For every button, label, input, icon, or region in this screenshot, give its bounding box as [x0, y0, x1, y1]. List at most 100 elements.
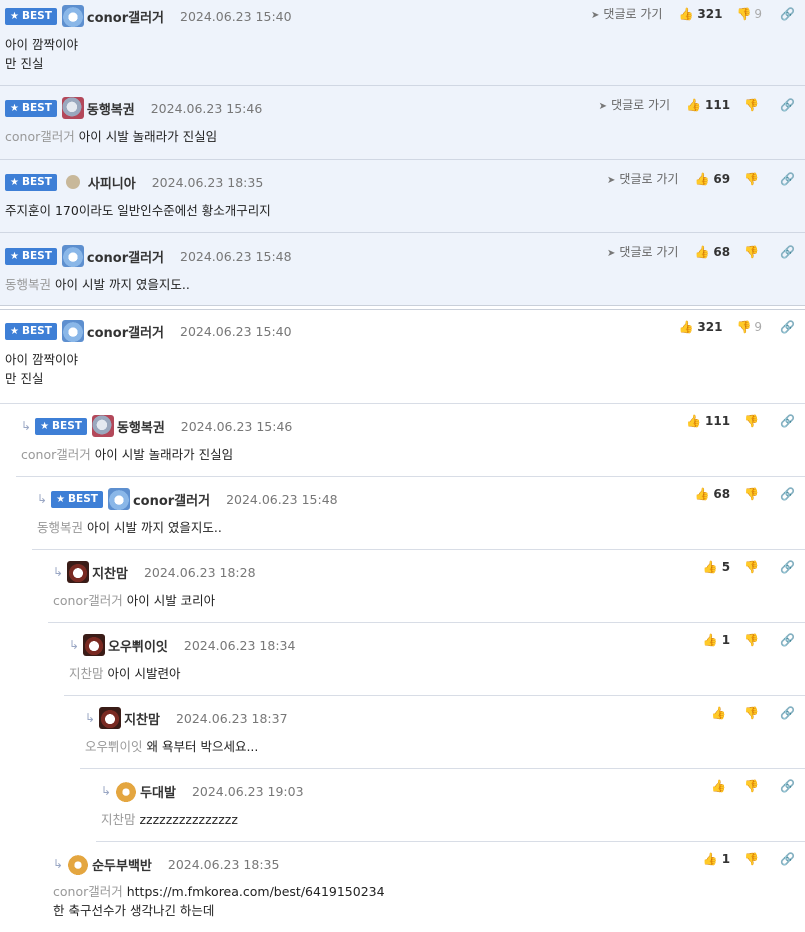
- thumb-up-icon: 👍: [702, 560, 718, 574]
- author-name[interactable]: conor갤러거: [87, 247, 164, 266]
- upvote-button[interactable]: 👍 111: [686, 414, 730, 428]
- upvote-button[interactable]: 👍 1: [703, 852, 730, 866]
- author-name[interactable]: 동행복권: [117, 417, 165, 436]
- reply-comment: ↳ 순두부백반 2024.06.23 18:35 conor갤러거 https:…: [48, 842, 805, 932]
- avatar[interactable]: [61, 245, 84, 267]
- best-comment: ★ BEST conor갤러거 2024.06.23 15:48 동행복권 아이 …: [0, 233, 805, 305]
- link-icon[interactable]: 🔗: [780, 779, 795, 793]
- author-name[interactable]: 지찬맘: [124, 709, 160, 728]
- downvote-button[interactable]: 👎: [744, 560, 762, 574]
- thumb-down-icon: 👎: [744, 633, 760, 647]
- link-icon[interactable]: 🔗: [780, 172, 795, 186]
- downvote-button[interactable]: 👎: [744, 487, 762, 501]
- link-icon[interactable]: 🔗: [780, 414, 795, 428]
- upvote-button[interactable]: 👍 321: [678, 320, 722, 334]
- best-badge: ★ BEST: [51, 490, 103, 508]
- link-icon[interactable]: 🔗: [780, 98, 795, 112]
- mention[interactable]: 지찬맘: [69, 666, 104, 681]
- author-name[interactable]: 사피니아: [88, 173, 136, 192]
- author-name[interactable]: 오우쀠이잇: [108, 636, 168, 655]
- upvote-button[interactable]: 👍 68: [694, 487, 730, 501]
- thumb-down-icon: 👎: [744, 487, 760, 501]
- avatar[interactable]: [67, 853, 90, 875]
- upvote-button[interactable]: 👍 1: [703, 633, 730, 647]
- author-name[interactable]: conor갤러거: [87, 322, 164, 341]
- link-icon[interactable]: 🔗: [780, 7, 795, 21]
- avatar[interactable]: [67, 561, 90, 583]
- downvote-button[interactable]: 👎: [744, 414, 762, 428]
- reply-arrow-icon: ↳: [85, 711, 96, 725]
- avatar[interactable]: [61, 5, 84, 27]
- link-icon[interactable]: 🔗: [780, 560, 795, 574]
- comment-body: conor갤러거 https://m.fmkorea.com/best/6419…: [53, 884, 385, 918]
- goto-comment-link[interactable]: ➤ 댓글로 가기: [607, 170, 678, 187]
- downvote-button[interactable]: 👎: [744, 779, 762, 793]
- upvote-button[interactable]: 👍 111: [686, 98, 730, 112]
- comment-date: 2024.06.23 15:46: [150, 100, 263, 116]
- link-icon[interactable]: 🔗: [780, 633, 795, 647]
- avatar[interactable]: [61, 97, 84, 119]
- arrow-icon: ➤: [607, 248, 616, 259]
- goto-comment-link[interactable]: ➤ 댓글로 가기: [599, 96, 670, 113]
- avatar[interactable]: [65, 175, 80, 189]
- avatar[interactable]: [61, 320, 84, 342]
- avatar[interactable]: [99, 707, 122, 729]
- author-name[interactable]: conor갤러거: [87, 7, 164, 26]
- downvote-button[interactable]: 👎: [744, 245, 762, 259]
- mention[interactable]: 동행복권: [37, 520, 83, 535]
- author-name[interactable]: 동행복권: [87, 99, 135, 118]
- mention[interactable]: conor갤러거: [21, 447, 91, 462]
- downvote-button[interactable]: 👎 9: [736, 7, 762, 21]
- upvote-button[interactable]: 👍 5: [703, 560, 730, 574]
- mention[interactable]: 지찬맘: [101, 812, 136, 827]
- mention[interactable]: 오우쀠이잇: [85, 739, 143, 754]
- mention[interactable]: conor갤러거: [53, 884, 123, 899]
- link-icon[interactable]: 🔗: [780, 706, 795, 720]
- post-link[interactable]: https://m.fmkorea.com/best/6419150234: [127, 884, 385, 899]
- downvote-button[interactable]: 👎: [744, 852, 762, 866]
- author-name[interactable]: conor갤러거: [133, 490, 210, 509]
- upvote-button[interactable]: 👍: [711, 706, 730, 720]
- arrow-icon: ➤: [598, 101, 608, 112]
- best-comment: ★ BEST 사피니아 2024.06.23 18:35 주지훈이 170이라도 …: [0, 160, 805, 233]
- author-name[interactable]: 지찬맘: [92, 563, 128, 582]
- thumb-up-icon: 👍: [702, 852, 718, 866]
- upvote-button[interactable]: 👍 69: [694, 172, 730, 186]
- comment-date: 2024.06.23 18:37: [175, 710, 288, 726]
- link-icon[interactable]: 🔗: [780, 245, 795, 259]
- star-icon: ★: [10, 10, 19, 22]
- goto-comment-link[interactable]: ➤ 댓글로 가기: [591, 5, 662, 22]
- downvote-button[interactable]: 👎: [744, 706, 762, 720]
- comment-date: 2024.06.23 18:28: [143, 564, 256, 580]
- author-name[interactable]: 두대발: [140, 782, 176, 801]
- avatar[interactable]: [115, 780, 138, 802]
- reply-comment: ↳ 두대발 2024.06.23 19:03 지찬맘 zzzzzzzzzzzzz…: [96, 769, 805, 842]
- link-icon[interactable]: 🔗: [780, 487, 795, 501]
- downvote-button[interactable]: 👎 9: [736, 320, 762, 334]
- upvote-button[interactable]: 👍: [711, 779, 730, 793]
- best-comment: ★ BEST 동행복권 2024.06.23 15:46 conor갤러거 아이 …: [0, 86, 805, 160]
- mention[interactable]: conor갤러거: [5, 129, 75, 144]
- mention[interactable]: conor갤러거: [53, 593, 123, 608]
- comment-body: 동행복권 아이 시발 까지 였을지도..: [5, 277, 190, 292]
- thumb-up-icon: 👍: [678, 6, 694, 21]
- thumb-down-icon: 👎: [744, 244, 760, 259]
- thumb-up-icon: 👍: [711, 779, 727, 793]
- author-name[interactable]: 순두부백반: [92, 855, 152, 874]
- comment-body: 아이 깜짝이야 만 진실: [5, 37, 78, 71]
- link-icon[interactable]: 🔗: [780, 320, 795, 334]
- downvote-button[interactable]: 👎: [744, 172, 762, 186]
- link-icon[interactable]: 🔗: [780, 852, 795, 866]
- mention[interactable]: 동행복권: [5, 277, 51, 292]
- reply-arrow-icon: ↳: [37, 492, 48, 506]
- reply-comment: ↳ 지찬맘 2024.06.23 18:28 conor갤러거 아이 시발 코리…: [48, 550, 805, 623]
- avatar[interactable]: [83, 634, 106, 656]
- upvote-button[interactable]: 👍 68: [694, 245, 730, 259]
- goto-comment-link[interactable]: ➤ 댓글로 가기: [607, 243, 678, 260]
- star-icon: ★: [10, 250, 19, 262]
- downvote-button[interactable]: 👎: [744, 633, 762, 647]
- avatar[interactable]: [91, 415, 114, 437]
- upvote-button[interactable]: 👍 321: [678, 7, 722, 21]
- downvote-button[interactable]: 👎: [744, 98, 762, 112]
- avatar[interactable]: [107, 488, 130, 510]
